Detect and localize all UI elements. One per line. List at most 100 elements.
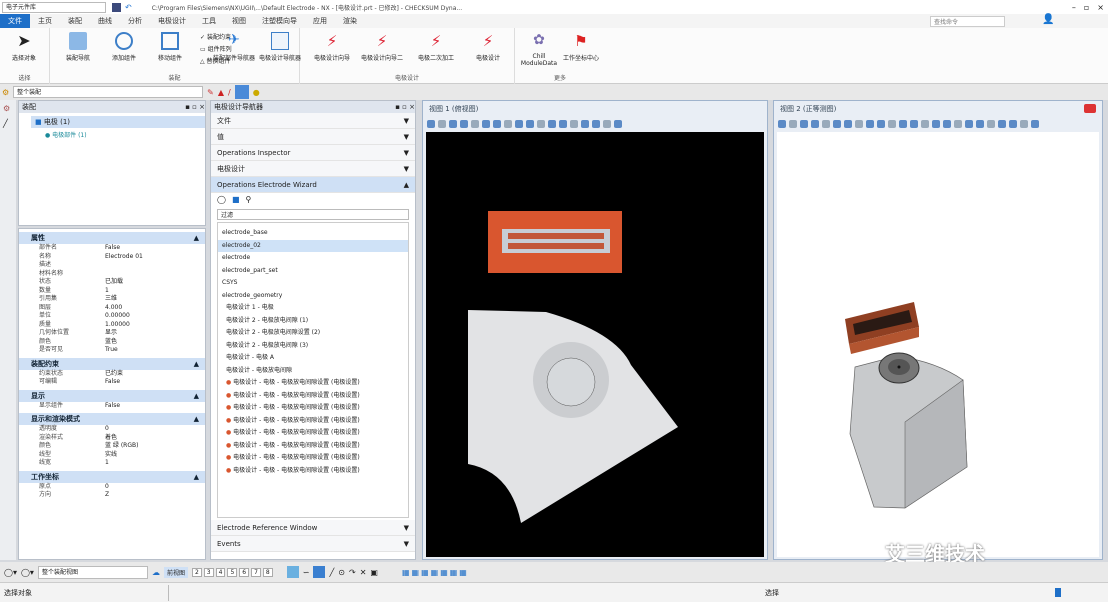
snap-settings-icon[interactable] — [286, 566, 299, 578]
view-tool-icon[interactable] — [778, 120, 786, 128]
tab-6[interactable]: 工具 — [194, 14, 224, 28]
assembly-nav-button[interactable]: 装配导航 — [54, 32, 102, 62]
select-object-button[interactable]: ➤ 选择对象 — [0, 32, 48, 63]
view-tool-icon[interactable] — [570, 120, 578, 128]
electrode-topview[interactable] — [488, 211, 622, 273]
chevron-down-icon[interactable]: ▼ — [404, 520, 409, 535]
view-tool-icon[interactable] — [888, 120, 896, 128]
curve-icon[interactable]: ∽ — [303, 568, 310, 577]
property-section-header[interactable]: 显示和渲染模式 ▲ — [19, 413, 205, 425]
view-tool-icon[interactable] — [833, 120, 841, 128]
undo-icon[interactable]: ↶ — [125, 3, 132, 12]
tab-4[interactable]: 分析 — [120, 14, 150, 28]
part-3d[interactable] — [849, 352, 968, 509]
circle-tool-icon[interactable]: ⊙ — [338, 568, 345, 577]
view-tool-icon[interactable] — [800, 120, 808, 128]
view-tool-icon[interactable] — [592, 120, 600, 128]
chill-module-button[interactable]: ✿ Chill ModuleData — [515, 32, 563, 67]
maximize-button[interactable]: ▫ — [1084, 3, 1089, 12]
view-tool-icon[interactable] — [493, 120, 501, 128]
view-tool-icon[interactable] — [954, 120, 962, 128]
view-tool-icon[interactable] — [603, 120, 611, 128]
view-tool-icon[interactable] — [482, 120, 490, 128]
view-tool-icon[interactable] — [943, 120, 951, 128]
cross-tool-icon[interactable]: ✕ — [360, 568, 367, 577]
view-tool-icon[interactable] — [811, 120, 819, 128]
graphics-area-2[interactable] — [777, 132, 1099, 557]
save-icon[interactable] — [112, 2, 121, 12]
view-dropdown[interactable]: 整个装配视图 — [37, 565, 148, 579]
layer-button[interactable]: 8 — [262, 567, 273, 577]
tab-7[interactable]: 视图 — [224, 14, 254, 28]
panel-close-button[interactable]: ▪ ▫ × — [185, 101, 205, 113]
view-tool-icon[interactable] — [427, 120, 435, 128]
chevron-down-icon[interactable]: ▼ — [404, 145, 409, 160]
list-item[interactable]: ● 电极设计 - 电极 - 电极放电间隙设置 (电极设置) — [218, 452, 408, 465]
add-component-button[interactable]: 添加组件 — [100, 32, 148, 62]
list-item[interactable]: 电极设计 1 - 电极 — [218, 302, 408, 315]
minimize-button[interactable]: – — [1072, 3, 1076, 12]
view-tool-icon[interactable] — [526, 120, 534, 128]
list-item[interactable]: ● 电极设计 - 电极 - 电极放电间隙设置 (电极设置) — [218, 402, 408, 415]
comment-icon[interactable]: ◯ — [217, 195, 226, 205]
view-tool-icon[interactable] — [460, 120, 468, 128]
section-row[interactable]: 文件 ▼ — [211, 113, 415, 129]
snap-line-icon[interactable]: / — [228, 88, 231, 97]
view-tool-icon[interactable] — [855, 120, 863, 128]
list-item[interactable]: ● 电极设计 - 电极 - 电极放电间隙设置 (电极设置) — [218, 427, 408, 440]
layer-button[interactable]: 3 — [203, 567, 214, 577]
electrode-3d[interactable] — [845, 302, 919, 354]
wcs-center-button[interactable]: ⚑ 工作坐标中心 — [557, 32, 605, 62]
view-tool-icon[interactable] — [844, 120, 852, 128]
view-tool-icon[interactable] — [471, 120, 479, 128]
section-row[interactable]: 值 ▼ — [211, 129, 415, 145]
view-tool-icon[interactable] — [932, 120, 940, 128]
database-icon[interactable]: ■ — [232, 195, 240, 205]
list-item[interactable]: 电极设计 2 - 电极放电间隙 (1) — [218, 315, 408, 328]
list-item[interactable]: 电极设计 2 - 电极放电间隙设置 (2) — [218, 327, 408, 340]
lock-icon[interactable]: ● — [253, 88, 260, 97]
list-item[interactable]: ● 电极设计 - 电极 - 电极放电间隙设置 (电极设置) — [218, 440, 408, 453]
tab-9[interactable]: 应用 — [305, 14, 335, 28]
chevron-down-icon[interactable]: ▼ — [404, 536, 409, 551]
tab-8[interactable]: 注塑模向导 — [254, 14, 305, 28]
undo-view-icon[interactable]: ◯▾ — [4, 568, 17, 577]
view-tool-icon[interactable] — [822, 120, 830, 128]
view-tool-icon[interactable] — [998, 120, 1006, 128]
view-tool-icon[interactable] — [1020, 120, 1028, 128]
tab-2[interactable]: 装配 — [60, 14, 90, 28]
layer-icon[interactable]: ☁ — [152, 568, 160, 577]
collapse-icon[interactable]: ▲ — [194, 232, 199, 244]
list-item[interactable]: 电极设计 2 - 电极放电间隙 (3) — [218, 340, 408, 353]
command-search-input[interactable]: 查找命令 — [930, 16, 1005, 27]
type-filter-dropdown[interactable]: 整个装配 — [13, 86, 204, 98]
user-icon[interactable]: 👤 — [1042, 14, 1054, 25]
section-row[interactable]: Operations Electrode Wizard ▲ — [211, 177, 415, 193]
property-section-header[interactable]: 装配约束 ▲ — [19, 357, 205, 370]
view-tool-icon[interactable] — [449, 120, 457, 128]
tab-1[interactable]: 主页 — [30, 14, 60, 28]
collapse-icon[interactable]: ▲ — [194, 390, 199, 402]
list-item[interactable]: ● 电极设计 - 电极 - 电极放电间隙设置 (电极设置) — [218, 415, 408, 428]
view-tool-icon[interactable] — [504, 120, 512, 128]
chevron-up-icon[interactable]: ▲ — [404, 177, 409, 192]
close-button[interactable]: × — [1097, 3, 1104, 12]
part-navigator-icon[interactable]: ⚙ — [0, 100, 16, 117]
panel-close-button[interactable]: ▪ ▫ × — [395, 101, 415, 113]
view-tool-icon[interactable] — [866, 120, 874, 128]
tree-item[interactable]: ● 电极部件 (1) — [45, 130, 205, 139]
view-tool-icon[interactable] — [987, 120, 995, 128]
section-row[interactable]: 电极设计 ▼ — [211, 161, 415, 177]
list-item[interactable]: ● 电极设计 - 电极 - 电极放电间隙设置 (电极设置) — [218, 377, 408, 390]
list-item[interactable]: ● 电极设计 - 电极 - 电极放电间隙设置 (电极设置) — [218, 390, 408, 403]
assembly-part-nav-button[interactable]: ✈ 装配部件导航器 — [210, 32, 258, 62]
view-tool-icon[interactable] — [515, 120, 523, 128]
view-tool-icon[interactable] — [899, 120, 907, 128]
snap-hat-icon[interactable]: ▲ — [218, 88, 224, 97]
tab-5[interactable]: 电极设计 — [150, 14, 194, 28]
electrode-nav-button[interactable]: 电极设计导航器 — [256, 32, 304, 62]
layer-button[interactable]: 5 — [227, 567, 238, 577]
collapse-icon[interactable]: ▲ — [194, 471, 199, 483]
footer-section[interactable]: Electrode Reference Window ▼ — [211, 520, 415, 536]
view-tool-icon[interactable] — [581, 120, 589, 128]
